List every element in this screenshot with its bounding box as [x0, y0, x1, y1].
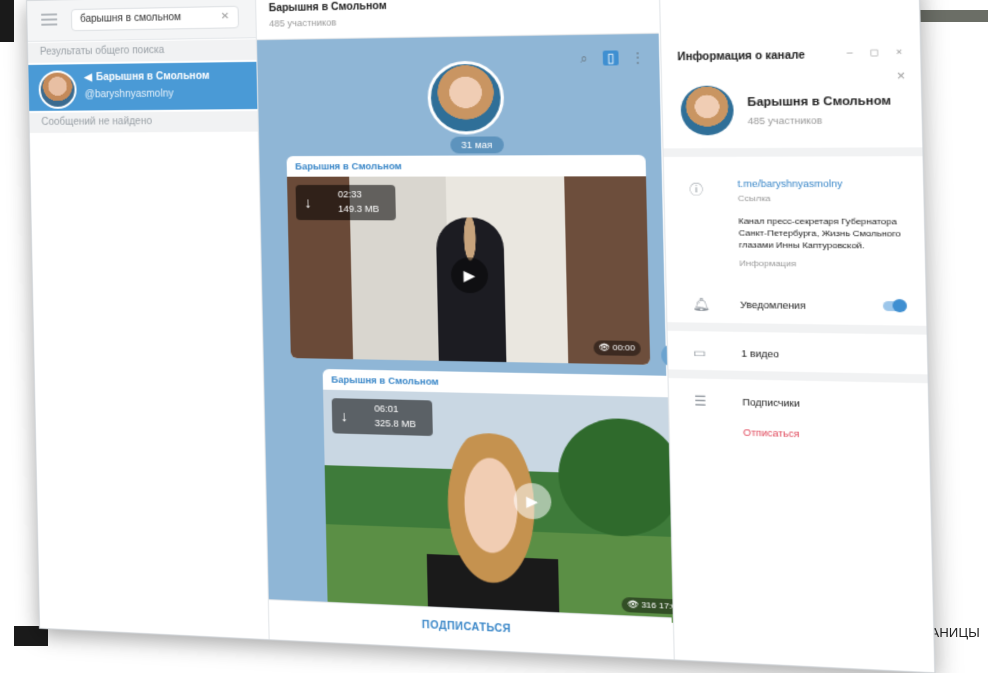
video-icon: ▭: [693, 345, 706, 360]
channel-name: Барышня в Смольном: [747, 95, 891, 109]
notifications-label: Уведомления: [740, 299, 806, 311]
search-result-item[interactable]: ◀ Барышня в Смольном @baryshnyasmolny: [28, 62, 257, 111]
divider: [667, 322, 927, 335]
chat-toolbar: ⌕ ▯ ⋮: [576, 50, 646, 66]
channel-subscribers: 485 участников: [748, 115, 823, 126]
info-panel: Информация о канале – ◻ × × Барышня в См…: [659, 0, 936, 672]
left-panel: барышня в смольном ✕ Результаты общего п…: [27, 0, 270, 639]
video-duration: 06:01: [374, 403, 398, 414]
result-handle: @baryshnyasmolny: [85, 88, 174, 100]
video-size: 325.8 MB: [375, 418, 417, 429]
chat-panel: Барышня в Смольном 485 участников ⌕ ▯ ⋮ …: [256, 0, 673, 659]
download-badge[interactable]: ↓ 02:33 149.3 MB: [296, 185, 396, 220]
chat-title: Барышня в Смольном: [269, 1, 387, 15]
avatar: [680, 85, 734, 135]
video-trees: [557, 417, 683, 538]
download-icon: ↓: [304, 194, 312, 211]
channel-link[interactable]: t.me/baryshnyasmolny: [737, 178, 842, 189]
view-count: 👁 00:00: [593, 340, 641, 356]
post-author[interactable]: Барышня в Смольном: [287, 155, 646, 177]
download-badge[interactable]: ↓ 06:01 325.8 MB: [332, 398, 433, 436]
info-panel-title: Информация о канале: [677, 50, 805, 64]
result-name: ◀ Барышня в Смольном: [84, 71, 209, 84]
global-results-header: Результаты общего поиска: [28, 39, 256, 63]
avatar: [38, 70, 77, 109]
subscribers-label[interactable]: Подписчики: [742, 397, 800, 409]
notifications-toggle[interactable]: [883, 301, 907, 311]
video-duration: 02:33: [338, 189, 362, 199]
channel-description: Канал пресс-секретаря Губернатора Санкт-…: [738, 215, 903, 252]
more-icon[interactable]: ⋮: [630, 50, 646, 65]
list-icon: ☰: [694, 394, 707, 409]
menu-icon[interactable]: [41, 13, 57, 25]
search-icon[interactable]: ⌕: [576, 51, 592, 66]
chat-header: Барышня в Смольном 485 участников: [256, 0, 659, 40]
chat-subtitle: 485 участников: [269, 17, 337, 29]
video-thumbnail[interactable]: ↓ 02:33 149.3 MB ▶ 👁 00:00: [287, 176, 650, 364]
unsubscribe-button[interactable]: Отписаться: [743, 427, 800, 439]
video-count[interactable]: 1 видео: [741, 348, 779, 359]
window-controls[interactable]: – ◻ ×: [847, 46, 910, 59]
video-figure: [424, 431, 559, 624]
info-panel-icon[interactable]: ▯: [603, 50, 619, 65]
download-icon: ↓: [340, 408, 348, 425]
info-icon: ⓘ: [689, 181, 703, 199]
divider: [668, 369, 929, 383]
messages-results-header: Сообщений не найдено: [29, 111, 258, 133]
video-thumbnail[interactable]: ↓ 06:01 325.8 MB ▶ 👁 316 17:07: [323, 390, 697, 624]
description-label: Информация: [739, 258, 796, 268]
search-value: барышня в смольном: [80, 12, 181, 25]
date-pill: 31 мая: [450, 136, 503, 153]
clear-icon[interactable]: ✕: [221, 11, 230, 22]
search-row: барышня в смольном ✕: [27, 0, 256, 42]
app-screen: барышня в смольном ✕ Результаты общего п…: [26, 0, 936, 673]
corner-mark: [0, 0, 14, 42]
megaphone-icon: ◀: [84, 72, 92, 83]
divider: [664, 147, 924, 157]
video-post: Барышня в Смольном ↓ 06:01 325.8 MB ▶ 👁 …: [323, 369, 697, 624]
bell-icon: 🔔︎: [692, 297, 710, 312]
link-label: Ссылка: [738, 193, 771, 203]
close-icon[interactable]: ×: [897, 68, 906, 83]
channel-avatar: [427, 61, 505, 135]
subscribe-button[interactable]: ПОДПИСАТЬСЯ: [422, 620, 511, 636]
search-input[interactable]: барышня в смольном ✕: [71, 6, 239, 31]
video-post: Барышня в Смольном ↓ 02:33 149.3 MB ▶ 👁 …: [287, 155, 651, 365]
video-size: 149.3 MB: [338, 204, 379, 214]
